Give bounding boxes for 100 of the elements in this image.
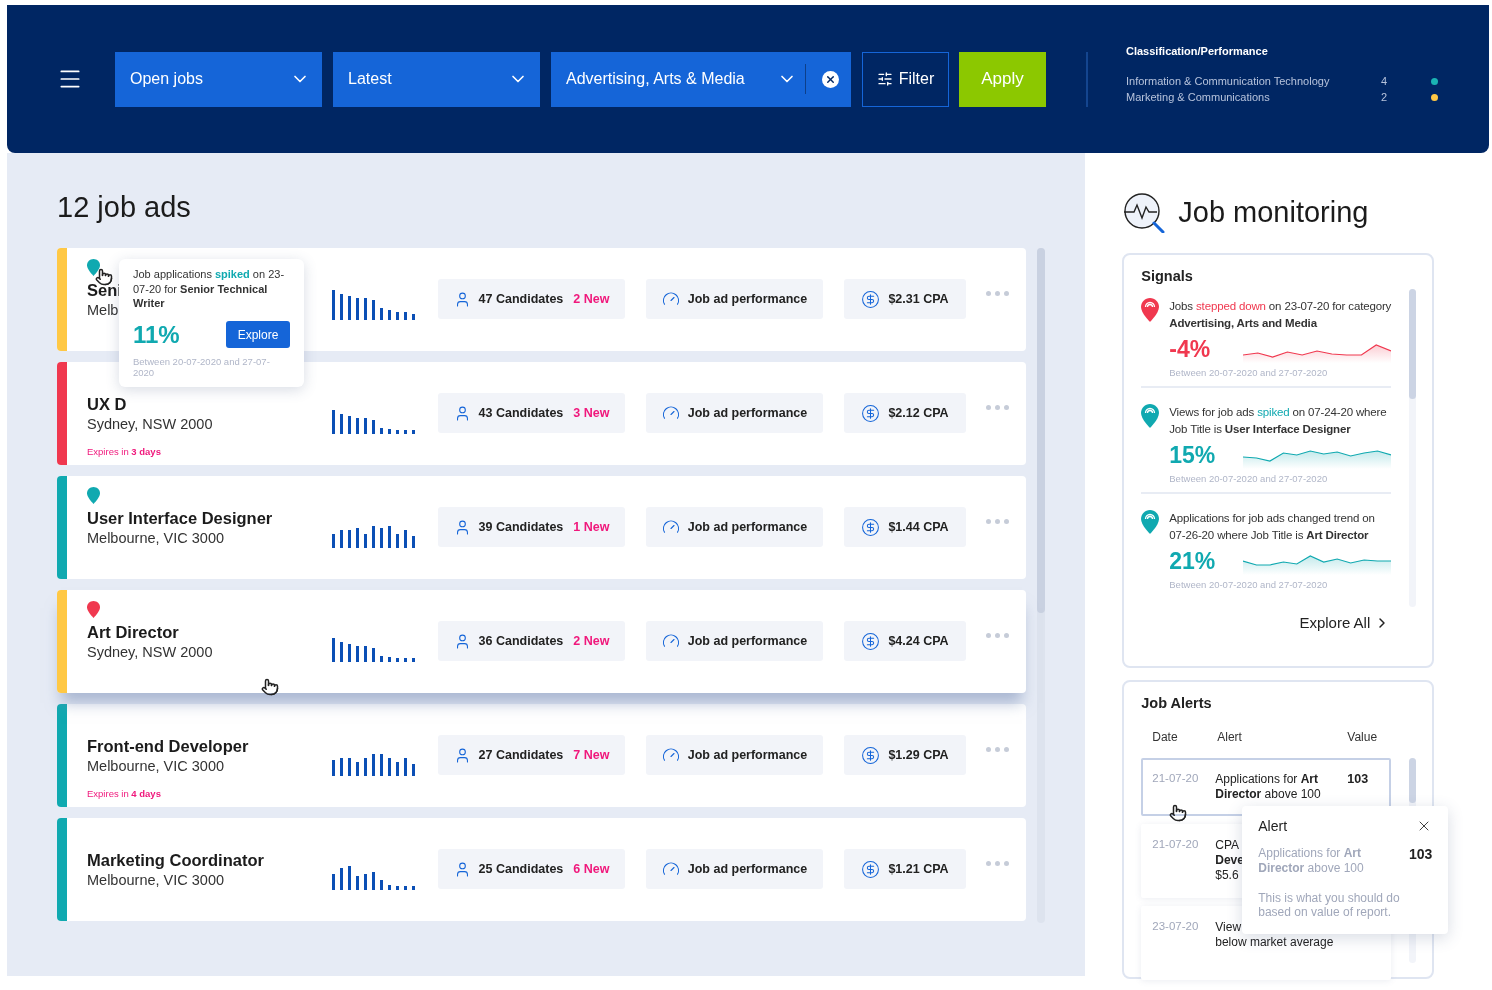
legend-count: 4 <box>1381 75 1389 87</box>
candidates-button[interactable]: 39 Candidates 1 New <box>438 507 625 547</box>
signal-text: Jobs stepped down on 23-07-20 for category Advertising, Arts and Media <box>1169 299 1392 331</box>
popup-title: Alert <box>1258 818 1288 834</box>
alert-text: View <box>1215 920 1242 935</box>
dollar-icon <box>861 517 881 537</box>
column-header: Date <box>1152 730 1179 744</box>
alert-text: CPA <box>1215 838 1240 853</box>
job-card[interactable]: Marketing Coordinator Melbourne, VIC 3000 25 Candidates 6 New Job ad performance $1.21 CPA <box>57 818 1026 921</box>
alert-text: Director above 100 <box>1215 787 1321 802</box>
signal-value: 21% <box>1169 547 1216 575</box>
job-location: Melbourne, VIC 3000 <box>87 872 225 888</box>
more-button[interactable] <box>986 291 1009 296</box>
job-title: Marketing Coordinator <box>87 851 264 870</box>
popup-text: Applications for Art Director above 100 <box>1258 846 1365 876</box>
job-location: Sydney, NSW 2000 <box>87 644 213 660</box>
alert-date: 21-07-20 <box>1152 772 1199 784</box>
tooltip-text: Job applications spiked on 23-07-20 for Senior Technical Writer <box>133 267 286 311</box>
cpa-button[interactable]: $1.44 CPA <box>844 507 966 547</box>
sliders-icon <box>876 71 893 87</box>
dropdown[interactable]: Latest <box>333 51 540 107</box>
dollar-icon <box>861 859 881 879</box>
performance-button[interactable]: Job ad performance <box>646 735 823 775</box>
job-location: Melbourne, VIC 3000 <box>87 530 225 546</box>
dropdown[interactable]: Open jobs <box>115 51 322 107</box>
tooltip-value: 11% <box>133 320 180 349</box>
expiry-note: Expires in 4 days <box>87 788 162 799</box>
cpa-button[interactable]: $2.12 CPA <box>844 393 966 433</box>
dollar-icon <box>861 745 881 765</box>
card-title: Job Alerts <box>1141 695 1213 711</box>
more-button[interactable] <box>986 405 1009 410</box>
card-title: Signals <box>1141 268 1194 284</box>
dollar-icon <box>861 403 881 423</box>
signal-text: Applications for job ads changed trend on 07-26-20 where Job Title is Art Director <box>1169 511 1376 543</box>
legend-count: 2 <box>1381 91 1389 103</box>
job-location: Melb <box>87 302 119 318</box>
alert-text: $5.6 <box>1215 868 1239 883</box>
scrollbar[interactable] <box>1037 248 1045 923</box>
alert-value: 103 <box>1347 772 1370 788</box>
job-title: Front-end Developer <box>87 737 249 756</box>
job-title: UX D <box>87 395 127 414</box>
alert-date: 23-07-20 <box>1152 920 1199 932</box>
more-button[interactable] <box>986 633 1009 638</box>
gauge-icon <box>661 860 680 878</box>
section-heading: Job monitoring <box>1178 195 1369 229</box>
candidates-button[interactable]: 27 Candidates 7 New <box>438 735 625 775</box>
performance-button[interactable]: Job ad performance <box>646 849 823 889</box>
signal-value: -4% <box>1169 335 1211 363</box>
gauge-icon <box>661 632 680 650</box>
more-button[interactable] <box>986 747 1009 752</box>
job-location: Sydney, NSW 2000 <box>87 416 213 432</box>
gauge-icon <box>661 746 680 764</box>
job-card[interactable]: Front-end Developer Melbourne, VIC 3000 Expires in 4 days 27 Candidates 7 New Job ad performance $1.29 CPA <box>57 704 1026 807</box>
job-title: User Interface Designer <box>87 509 273 528</box>
candidates-button[interactable]: 47 Candidates 2 New <box>438 279 625 319</box>
performance-button[interactable]: Job ad performance <box>646 393 823 433</box>
alert-text: Applications for Art <box>1215 772 1318 787</box>
filter-button[interactable]: Filter <box>862 51 949 107</box>
date-range: Between 20-07-2020 and 27-07-2020 <box>1169 473 1329 484</box>
more-button[interactable] <box>986 519 1009 524</box>
performance-button[interactable]: Job ad performance <box>646 279 823 319</box>
signal-value: 15% <box>1169 441 1216 469</box>
performance-button[interactable]: Job ad performance <box>646 507 823 547</box>
job-card[interactable]: User Interface Designer Melbourne, VIC 3000 39 Candidates 1 New Job ad performance $1.44 CPA <box>57 476 1026 579</box>
candidates-button[interactable]: 36 Candidates 2 New <box>438 621 625 661</box>
date-range: Between 20-07-2020 and 27-07-2020 <box>1169 579 1329 590</box>
explore-button[interactable]: Explore <box>226 321 290 348</box>
legend-label: Information & Communication Technology <box>1126 75 1331 87</box>
cpa-button[interactable]: $4.24 CPA <box>844 621 966 661</box>
gauge-icon <box>661 518 680 536</box>
cpa-button[interactable]: $1.29 CPA <box>844 735 966 775</box>
alert-text: Deve <box>1215 853 1244 868</box>
dollar-icon <box>861 289 881 309</box>
candidates-button[interactable]: 25 Candidates 6 New <box>438 849 625 889</box>
hand-cursor-icon <box>1169 804 1188 822</box>
clear-icon[interactable] <box>822 70 839 88</box>
scrollbar[interactable] <box>1409 289 1417 607</box>
explore-all-link[interactable]: Explore All <box>1293 613 1397 632</box>
date-range: Between 20-07-2020 and 27-07-2020 <box>1169 367 1329 378</box>
page-heading: 12 job ads <box>57 191 192 224</box>
cpa-button[interactable]: $2.31 CPA <box>844 279 966 319</box>
column-header: Alert <box>1217 730 1243 744</box>
gauge-icon <box>661 404 680 422</box>
signal-text: Views for job ads spiked on 07-24-20 where Job Title is User Interface Designer <box>1169 405 1388 437</box>
dropdown[interactable]: Advertising, Arts & Media <box>551 51 851 107</box>
job-title: Art Director <box>87 623 179 642</box>
hand-cursor-icon <box>261 678 279 696</box>
alert-text: below market average <box>1215 935 1334 950</box>
hand-cursor-icon <box>95 268 113 286</box>
legend-label: Marketing & Communications <box>1126 91 1271 103</box>
alert-date: 21-07-20 <box>1152 838 1199 850</box>
more-button[interactable] <box>986 861 1009 866</box>
job-card[interactable]: Art Director Sydney, NSW 2000 36 Candidates 2 New Job ad performance $4.24 CPA <box>57 590 1026 693</box>
gauge-icon <box>661 290 680 308</box>
performance-button[interactable]: Job ad performance <box>646 621 823 661</box>
cpa-button[interactable]: $1.21 CPA <box>844 849 966 889</box>
column-header: Value <box>1347 730 1379 744</box>
expiry-note: Expires in 3 days <box>87 446 162 457</box>
job-location: Melbourne, VIC 3000 <box>87 758 225 774</box>
candidates-button[interactable]: 43 Candidates 3 New <box>438 393 625 433</box>
